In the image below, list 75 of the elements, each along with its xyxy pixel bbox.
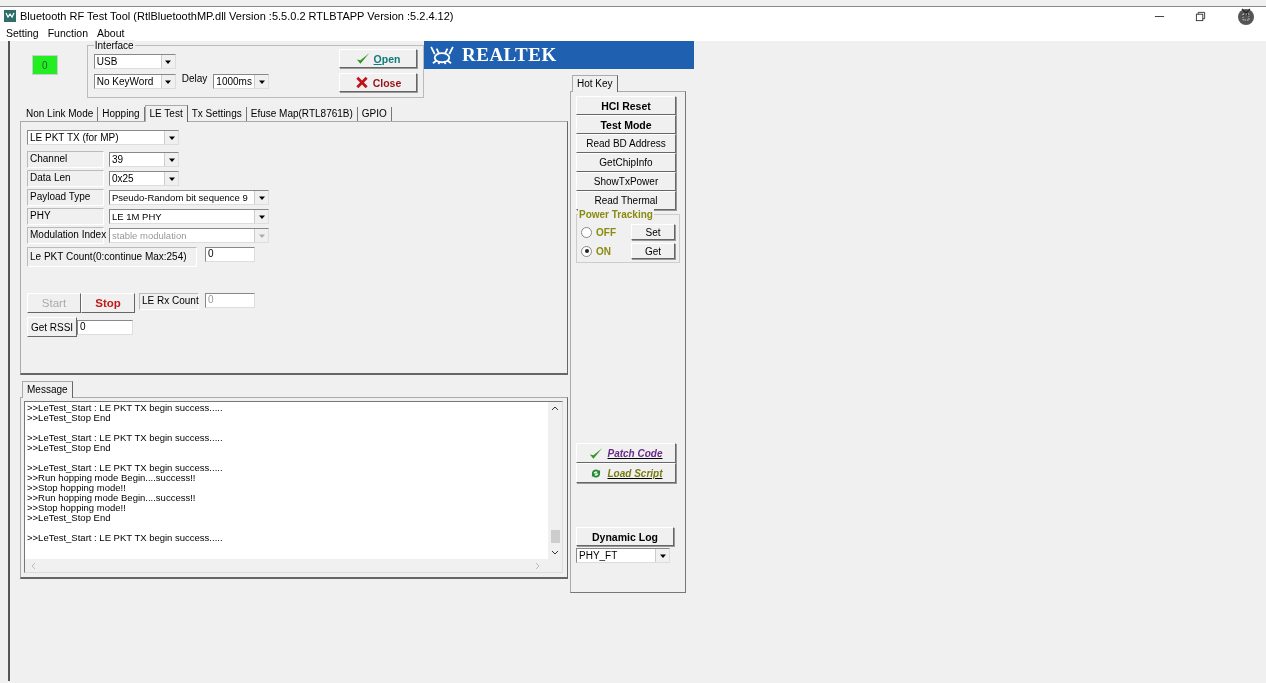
tab[interactable]: LE Test — [144, 105, 188, 122]
field-label: Payload Type — [27, 189, 104, 206]
value-dropdown[interactable]: Pseudo-Random bit sequence 9 — [109, 190, 269, 205]
tab[interactable]: Hot Key — [572, 75, 618, 92]
crab-logo-icon — [428, 45, 456, 65]
value-dropdown[interactable]: 39 — [109, 152, 179, 167]
tab[interactable]: GPIO — [357, 107, 392, 121]
close-icon[interactable] — [1236, 6, 1256, 26]
close-button[interactable]: Close — [339, 73, 417, 92]
stop-button[interactable]: Stop — [81, 293, 135, 313]
field-label: PHY — [27, 208, 104, 225]
log-line: >>Stop hopping mode!! — [27, 503, 126, 513]
field-label: Channel — [27, 151, 104, 168]
radio-button[interactable] — [581, 226, 592, 238]
radio-label: OFF — [596, 226, 616, 238]
load-script-button[interactable]: Load Script — [576, 463, 676, 483]
get-button[interactable]: Get — [631, 243, 675, 259]
keyword-dropdown[interactable]: No KeyWord — [93, 74, 176, 89]
log-line: >>Run hopping mode Begin....success!! — [27, 493, 197, 503]
tab[interactable]: Tx Settings — [187, 107, 247, 121]
x-icon — [354, 76, 369, 89]
radio-button[interactable] — [581, 245, 592, 257]
tab[interactable]: Message — [22, 381, 73, 398]
logo-text: REALTEK — [462, 44, 557, 66]
group-title: Interface — [93, 40, 135, 51]
menu-item[interactable]: Setting — [6, 27, 39, 39]
log-level-dropdown[interactable]: PHY_FT — [576, 548, 670, 563]
field-label: Modulation Index — [27, 227, 104, 244]
app-icon — [4, 10, 16, 22]
restore-icon[interactable] — [1195, 10, 1206, 22]
vertical-scrollbar[interactable] — [548, 402, 562, 559]
log-line: >>LeTest_Stop End — [27, 413, 112, 423]
log-line: >>LeTest_Start : LE PKT TX begin success..... — [27, 433, 224, 443]
open-button[interactable]: Open — [339, 49, 417, 68]
log-line: >>LeTest_Stop End — [27, 513, 112, 523]
tab[interactable]: Efuse Map(RTL8761B) — [246, 107, 358, 121]
dynamic-log-button[interactable]: Dynamic Log — [576, 527, 674, 546]
value-dropdown[interactable]: 0x25 — [109, 171, 179, 186]
menu-item[interactable]: Function — [47, 27, 88, 39]
hot-key-button[interactable]: GetChipInfo — [576, 153, 676, 172]
delay-dropdown[interactable]: 1000ms — [213, 74, 270, 89]
status-indicator: 0 — [32, 55, 58, 75]
value-dropdown[interactable]: LE 1M PHY — [109, 209, 269, 224]
log-line: >>Stop hopping mode!! — [27, 483, 126, 493]
port-dropdown[interactable]: USB — [93, 54, 176, 69]
get-rssi-button[interactable]: Get RSSI — [27, 317, 77, 337]
tab[interactable]: Hopping — [98, 107, 145, 121]
scroll-thumb[interactable] — [550, 530, 560, 543]
log-line: >>LeTest_Start : LE PKT TX begin success..... — [27, 533, 224, 543]
hot-key-button[interactable]: HCI Reset — [576, 96, 676, 115]
menu-item[interactable]: About — [97, 27, 125, 39]
rssi-field[interactable]: 0 — [77, 319, 133, 335]
log-line: >>LeTest_Start : LE PKT TX begin success..... — [27, 403, 224, 413]
field-label: Data Len — [27, 170, 104, 187]
set-button[interactable]: Set — [631, 224, 675, 240]
scroll-up-icon[interactable] — [551, 404, 559, 412]
checkmark-icon — [355, 52, 370, 65]
mode-dropdown[interactable]: LE PKT TX (for MP) — [27, 130, 179, 145]
radio-label: ON — [596, 245, 611, 257]
delay-label: Delay — [181, 73, 208, 84]
field-label: Le PKT Count(0:continue Max:254) — [27, 247, 197, 267]
field-label: LE Rx Count — [139, 293, 199, 310]
hot-key-button[interactable]: Read BD Address — [576, 134, 676, 153]
log-line: >>LeTest_Stop End — [27, 443, 112, 453]
group-title: Power Tracking — [578, 209, 654, 220]
hot-key-button[interactable]: Read Thermal — [576, 191, 676, 210]
log-line: >>LeTest_Start : LE PKT TX begin success..... — [27, 463, 224, 473]
tab[interactable]: Non Link Mode — [22, 107, 99, 121]
window-title: Bluetooth RF Test Tool (RtlBluetoothMP.dll Version :5.5.0.2 RTLBTAPP Version :5.2.4.12) — [20, 10, 454, 22]
hot-key-button[interactable]: ShowTxPower — [576, 172, 676, 191]
log-line: >>Run hopping mode Begin....success!! — [27, 473, 197, 483]
patch-code-button[interactable]: Patch Code — [576, 443, 676, 463]
packet-count-field[interactable]: 0 — [205, 247, 255, 262]
hot-key-button[interactable]: Test Mode — [576, 115, 676, 134]
scroll-down-icon[interactable] — [551, 549, 559, 557]
